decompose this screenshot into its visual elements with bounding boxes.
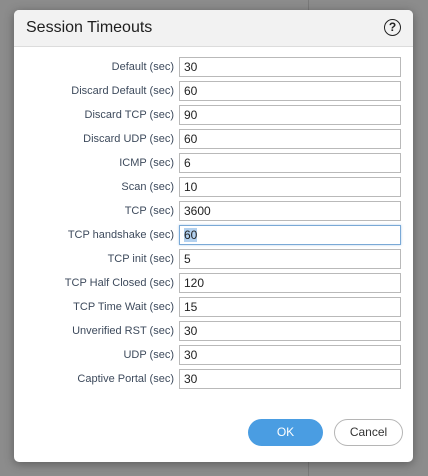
field-label: Discard TCP (sec) (84, 109, 174, 121)
timeout-input[interactable]: 120 (179, 273, 401, 293)
field-label: TCP (sec) (124, 205, 174, 217)
form-row: TCP Half Closed (sec) 120 (14, 273, 413, 293)
field-value: 90 (184, 108, 198, 122)
cancel-button[interactable]: Cancel (334, 419, 403, 446)
field-value: 30 (184, 324, 198, 338)
field-label: Unverified RST (sec) (72, 325, 174, 337)
field-label: ICMP (sec) (119, 157, 174, 169)
timeout-input[interactable]: 5 (179, 249, 401, 269)
form-row: TCP handshake (sec) 60 (14, 225, 413, 245)
timeout-input[interactable]: 3600 (179, 201, 401, 221)
timeout-input[interactable]: 30 (179, 321, 401, 341)
field-label: Captive Portal (sec) (77, 373, 174, 385)
field-value: 30 (184, 60, 198, 74)
form-row: TCP init (sec) 5 (14, 249, 413, 269)
form-row: Discard TCP (sec) 90 (14, 105, 413, 125)
form-row: TCP Time Wait (sec) 15 (14, 297, 413, 317)
field-label: UDP (sec) (123, 349, 174, 361)
timeout-input[interactable]: 60 (179, 225, 401, 245)
timeout-input[interactable]: 90 (179, 105, 401, 125)
timeout-input[interactable]: 6 (179, 153, 401, 173)
field-label: TCP Time Wait (sec) (73, 301, 174, 313)
field-label: Discard Default (sec) (71, 85, 174, 97)
timeout-input[interactable]: 30 (179, 369, 401, 389)
form-row: Default (sec) 30 (14, 57, 413, 77)
timeout-input[interactable]: 10 (179, 177, 401, 197)
help-icon[interactable]: ? (384, 19, 401, 36)
field-label: Discard UDP (sec) (83, 133, 174, 145)
field-value: 30 (184, 372, 198, 386)
field-value: 5 (184, 252, 191, 266)
field-value: 3600 (184, 204, 211, 218)
timeout-input[interactable]: 60 (179, 129, 401, 149)
field-label: TCP init (sec) (107, 253, 174, 265)
timeout-input[interactable]: 30 (179, 57, 401, 77)
form-row: TCP (sec) 3600 (14, 201, 413, 221)
form-row: Discard Default (sec) 60 (14, 81, 413, 101)
field-value: 60 (184, 228, 198, 242)
form-row: UDP (sec) 30 (14, 345, 413, 365)
field-value: 120 (184, 276, 205, 290)
form-row: Captive Portal (sec) 30 (14, 369, 413, 389)
form-row: ICMP (sec) 6 (14, 153, 413, 173)
session-timeouts-dialog: Session Timeouts ? Default (sec) 30 Discar… (14, 10, 413, 462)
form-row: Unverified RST (sec) 30 (14, 321, 413, 341)
form-row: Scan (sec) 10 (14, 177, 413, 197)
field-value: 6 (184, 156, 191, 170)
dialog-header: Session Timeouts ? (14, 10, 413, 47)
timeout-input[interactable]: 60 (179, 81, 401, 101)
form-row: Discard UDP (sec) 60 (14, 129, 413, 149)
ok-button[interactable]: OK (248, 419, 323, 446)
timeout-input[interactable]: 30 (179, 345, 401, 365)
dialog-title: Session Timeouts (26, 19, 153, 36)
field-value: 10 (184, 180, 198, 194)
field-label: Scan (sec) (121, 181, 174, 193)
field-value: 30 (184, 348, 198, 362)
timeout-input[interactable]: 15 (179, 297, 401, 317)
field-label: TCP handshake (sec) (67, 229, 174, 241)
field-label: TCP Half Closed (sec) (64, 277, 174, 289)
field-label: Default (sec) (111, 61, 174, 73)
field-value: 60 (184, 132, 198, 146)
field-value: 60 (184, 84, 198, 98)
field-value: 15 (184, 300, 198, 314)
